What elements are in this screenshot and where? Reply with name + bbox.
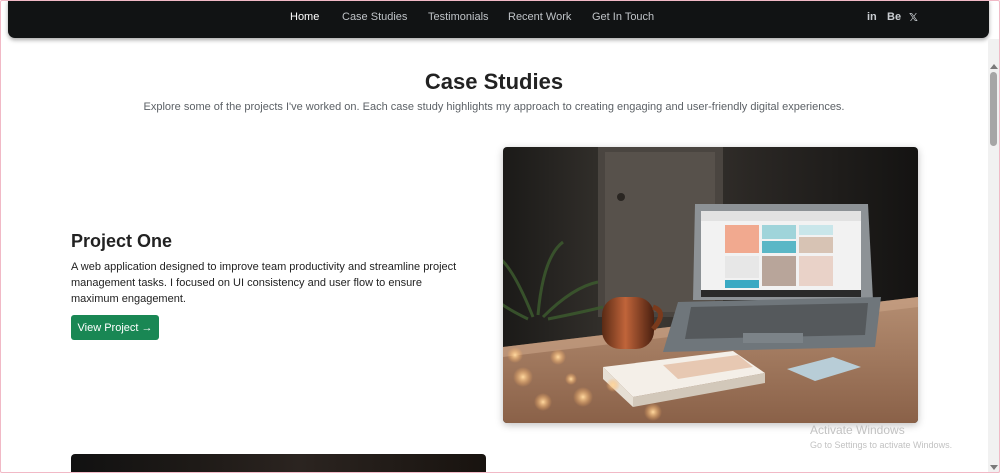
- windows-activation-watermark: Activate Windows Go to Settings to activ…: [810, 423, 952, 450]
- watermark-subtitle: Go to Settings to activate Windows.: [810, 440, 953, 450]
- project-image-2: [71, 454, 486, 473]
- nav-link-home[interactable]: Home: [290, 11, 319, 23]
- nav-link-case-studies[interactable]: Case Studies: [342, 11, 407, 23]
- x-twitter-icon[interactable]: 𝕏: [909, 11, 918, 24]
- scroll-down-arrow-icon[interactable]: [990, 465, 998, 470]
- nav-link-testimonials[interactable]: Testimonials: [428, 11, 489, 23]
- view-project-button[interactable]: View Project →: [71, 315, 159, 340]
- nav-link-get-in-touch[interactable]: Get In Touch: [592, 11, 654, 23]
- project-description: A web application designed to improve te…: [71, 261, 457, 305]
- watermark-title: Activate Windows: [810, 423, 905, 437]
- section-subtitle: Explore some of the projects I've worked…: [143, 101, 845, 113]
- page-scrollbar[interactable]: [988, 39, 1000, 473]
- laptop-on-desk-photo: [503, 147, 918, 423]
- linkedin-icon[interactable]: in: [867, 11, 877, 23]
- top-navbar: Home Case Studies Testimonials Recent Wo…: [8, 0, 989, 38]
- scroll-up-arrow-icon[interactable]: [990, 64, 998, 69]
- behance-icon[interactable]: Be: [887, 11, 901, 23]
- scroll-thumb[interactable]: [990, 72, 997, 146]
- project-image: [503, 147, 918, 423]
- nav-links: Home Case Studies Testimonials Recent Wo…: [8, 0, 989, 34]
- nav-link-recent-work[interactable]: Recent Work: [508, 11, 571, 23]
- project-title: Project One: [71, 231, 173, 251]
- section-title: Case Studies: [424, 69, 564, 94]
